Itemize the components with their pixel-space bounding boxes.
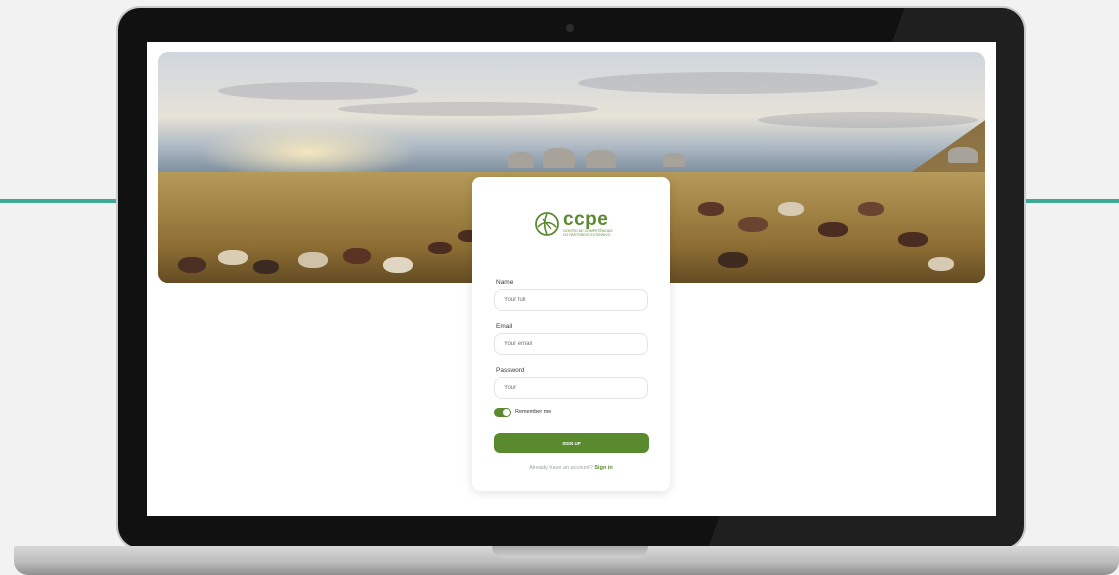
- cloud: [578, 72, 878, 94]
- rock: [948, 147, 978, 163]
- cloud: [218, 82, 418, 100]
- name-field[interactable]: [494, 289, 648, 311]
- sheep: [818, 222, 848, 237]
- logo-subtitle: centro de competências do pastoreio exte…: [563, 229, 613, 237]
- signin-prompt-text: Already have an account?: [529, 465, 593, 471]
- decorative-line-left: [0, 199, 124, 203]
- password-field[interactable]: [494, 377, 648, 399]
- sheep: [298, 252, 328, 268]
- sheep: [778, 202, 804, 216]
- sheep: [928, 257, 954, 271]
- rock: [543, 148, 575, 168]
- decorative-line-right: [1021, 199, 1119, 203]
- cloud: [758, 112, 978, 128]
- sign-in-link[interactable]: Sign in: [594, 465, 612, 471]
- name-label: Name: [496, 279, 514, 286]
- signup-card: ccpe centro de competências do pastoreio…: [472, 177, 670, 491]
- remember-me-toggle[interactable]: [494, 408, 511, 417]
- signin-prompt: Already have an account? Sign in: [472, 465, 670, 471]
- rock: [508, 152, 534, 168]
- laptop-notch: [492, 546, 648, 558]
- remember-me-label: Remember me: [515, 409, 552, 415]
- rock: [663, 153, 685, 167]
- toggle-knob: [503, 409, 510, 416]
- sheep: [178, 257, 206, 273]
- sheep: [858, 202, 884, 216]
- sheep: [218, 250, 248, 265]
- sign-up-button[interactable]: SIGN UP: [494, 433, 649, 453]
- sheep: [718, 252, 748, 268]
- logo-word: ccpe: [563, 209, 609, 230]
- screen: ccpe centro de competências do pastoreio…: [147, 42, 996, 516]
- password-label: Password: [496, 367, 525, 374]
- sheep: [343, 248, 371, 264]
- sheep: [253, 260, 279, 274]
- email-label: Email: [496, 323, 513, 330]
- sheep: [698, 202, 724, 216]
- ccpe-logo-icon: [534, 211, 560, 237]
- sheep: [898, 232, 928, 247]
- cloud: [338, 102, 598, 116]
- camera-icon: [566, 24, 574, 32]
- sheep: [383, 257, 413, 273]
- sheep: [428, 242, 452, 254]
- sheep: [738, 217, 768, 232]
- rock: [586, 150, 616, 168]
- email-field[interactable]: [494, 333, 648, 355]
- brand-logo: ccpe centro de competências do pastoreio…: [534, 210, 618, 237]
